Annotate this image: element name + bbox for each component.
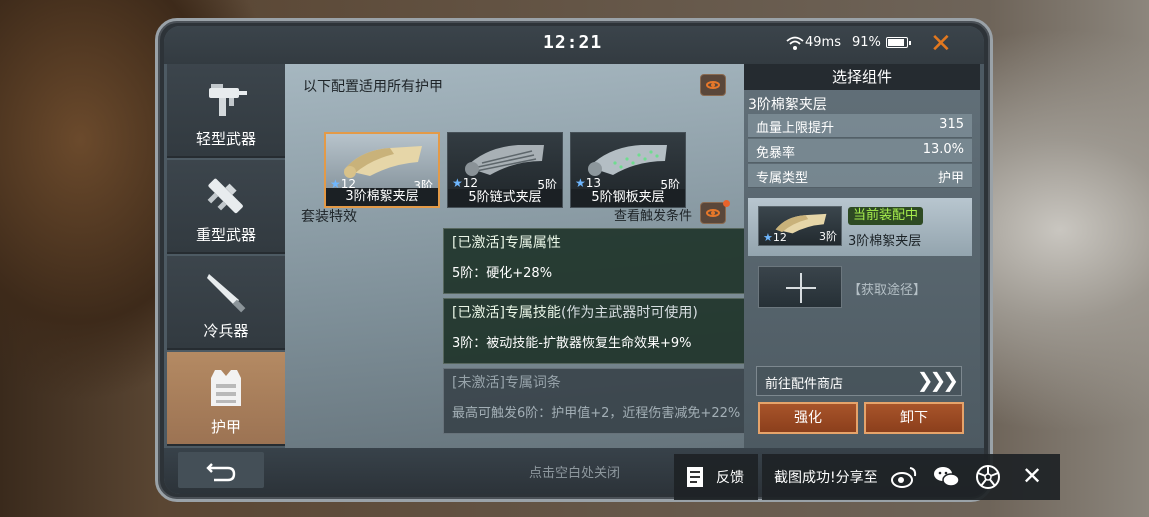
- blade-icon: [207, 274, 246, 313]
- unequip-button[interactable]: 卸下: [864, 402, 964, 434]
- equipped-thumbnail: ★12 3阶: [758, 206, 842, 246]
- stat-row: 免暴率 13.0%: [748, 139, 972, 163]
- launcher-icon: [207, 178, 243, 214]
- equipped-level: 12: [772, 231, 787, 244]
- stat-row: 专属类型 护甲: [748, 164, 972, 188]
- card-level: 12: [462, 176, 479, 190]
- smg-icon: [209, 84, 247, 116]
- equipped-tier: 3阶: [819, 230, 837, 243]
- trigger-eye-button[interactable]: [700, 202, 726, 224]
- clock: 12:21: [543, 32, 603, 53]
- card-name: 5阶链式夹层: [448, 189, 562, 207]
- set-effects-title: 套装特效: [301, 209, 357, 225]
- back-button[interactable]: [178, 452, 264, 488]
- sidebar-item-label: 冷兵器: [203, 322, 249, 340]
- component-card-cotton[interactable]: ★12 3阶 3阶棉絮夹层: [324, 132, 440, 208]
- sidebar-item-label: 重型武器: [195, 226, 256, 244]
- status-bar: 12:21 49ms 91% ✕: [164, 26, 984, 64]
- enhance-button[interactable]: 强化: [758, 402, 858, 434]
- add-component-button[interactable]: [758, 266, 842, 308]
- feedback-label: 反馈: [716, 470, 744, 486]
- moments-icon[interactable]: [974, 464, 1002, 490]
- feedback-icon: [687, 467, 703, 487]
- ping-readout: 49ms: [805, 35, 841, 50]
- steel-plate-layer-icon: [588, 145, 667, 176]
- game-screen: 12:21 49ms 91% ✕ 轻型武器 重型武器 冷兵器 护甲 以下配置适用…: [164, 26, 984, 494]
- stat-value: 护甲: [937, 171, 964, 186]
- battery-icon: [886, 37, 911, 48]
- share-panel: 截图成功!分享至 ✕: [762, 454, 1060, 500]
- cotton-layer-icon: [344, 146, 422, 178]
- battery-percent: 91%: [852, 35, 881, 50]
- set-effect-header: [已激活]专属技能: [452, 305, 561, 321]
- chevron-right-icon: ❯❯❯: [916, 368, 959, 392]
- wifi-icon: [786, 36, 804, 50]
- component-panel: 选择组件 3阶棉絮夹层 血量上限提升 315 免暴率 13.0% 专属类型 护甲…: [744, 64, 980, 448]
- category-sidebar: 轻型武器 重型武器 冷兵器 护甲: [164, 64, 285, 448]
- close-hint: 点击空白处关闭: [529, 466, 621, 481]
- set-effect-body: 5阶：硬化+28%: [452, 266, 553, 281]
- wechat-icon[interactable]: [932, 464, 960, 490]
- parts-shop-button[interactable]: 前往配件商店 ❯❯❯: [756, 366, 962, 396]
- stat-key: 血量上限提升: [756, 121, 835, 136]
- obtain-link[interactable]: 【获取途径】: [848, 279, 926, 298]
- close-icon[interactable]: ✕: [930, 29, 952, 59]
- vest-icon: [211, 370, 241, 406]
- battery-fill: [888, 39, 905, 46]
- component-panel-title: 选择组件: [744, 64, 980, 90]
- set-effect-note: (作为主武器时可使用): [560, 305, 698, 321]
- feedback-button[interactable]: 反馈: [674, 454, 758, 500]
- config-title: 以下配置适用所有护甲: [303, 79, 443, 95]
- share-message: 截图成功!分享至: [774, 470, 878, 486]
- equipped-name: 3阶棉絮夹层: [848, 234, 922, 249]
- set-effect-header: [未激活]专属词条: [452, 375, 561, 391]
- stat-key: 免暴率: [756, 146, 796, 161]
- stat-value: 13.0%: [922, 142, 964, 157]
- sidebar-item-label: 护甲: [210, 418, 241, 436]
- component-card-steel[interactable]: ★13 5阶 5阶钢板夹层: [570, 132, 686, 208]
- sidebar-item-label: 轻型武器: [195, 130, 256, 148]
- shop-label: 前往配件商店: [765, 377, 844, 392]
- set-effect-body: 最高可触发6阶：护甲值+2，近程伤害减免+22%: [452, 406, 741, 421]
- chain-layer-icon: [465, 145, 544, 176]
- view-trigger-link[interactable]: 查看触发条件: [614, 205, 692, 224]
- set-effect-body: 3阶：被动技能-扩散器恢复生命效果+9%: [452, 336, 692, 351]
- equipped-slot[interactable]: ★12 3阶 当前装配中 3阶棉絮夹层: [748, 198, 972, 256]
- stat-key: 专属类型: [756, 171, 809, 186]
- sidebar-item-melee[interactable]: 冷兵器: [167, 256, 285, 350]
- close-icon[interactable]: ✕: [1022, 462, 1042, 490]
- equipped-badge: 当前装配中: [848, 207, 924, 225]
- notification-dot: [723, 200, 730, 207]
- card-level: 13: [585, 176, 602, 190]
- card-name: 3阶棉絮夹层: [326, 188, 438, 206]
- component-name: 3阶棉絮夹层: [748, 97, 827, 113]
- sidebar-item-armor[interactable]: 护甲: [167, 352, 285, 446]
- stat-value: 315: [939, 117, 964, 132]
- sidebar-item-light-weapons[interactable]: 轻型武器: [167, 64, 285, 158]
- back-arrow-icon: [206, 463, 236, 482]
- weibo-icon[interactable]: [890, 464, 918, 490]
- sidebar-item-heavy-weapons[interactable]: 重型武器: [167, 160, 285, 254]
- set-effect-header: [已激活]专属属性: [452, 235, 561, 251]
- config-panel: 以下配置适用所有护甲 ★12 3阶 3阶棉絮夹层 ★12 5阶 5阶链式夹层 ★…: [285, 64, 803, 448]
- screenshot-share-bar: 反馈 截图成功!分享至 ✕: [674, 454, 1060, 500]
- preview-eye-button[interactable]: [700, 74, 726, 96]
- component-card-chain[interactable]: ★12 5阶 5阶链式夹层: [447, 132, 563, 208]
- stat-row: 血量上限提升 315: [748, 114, 972, 138]
